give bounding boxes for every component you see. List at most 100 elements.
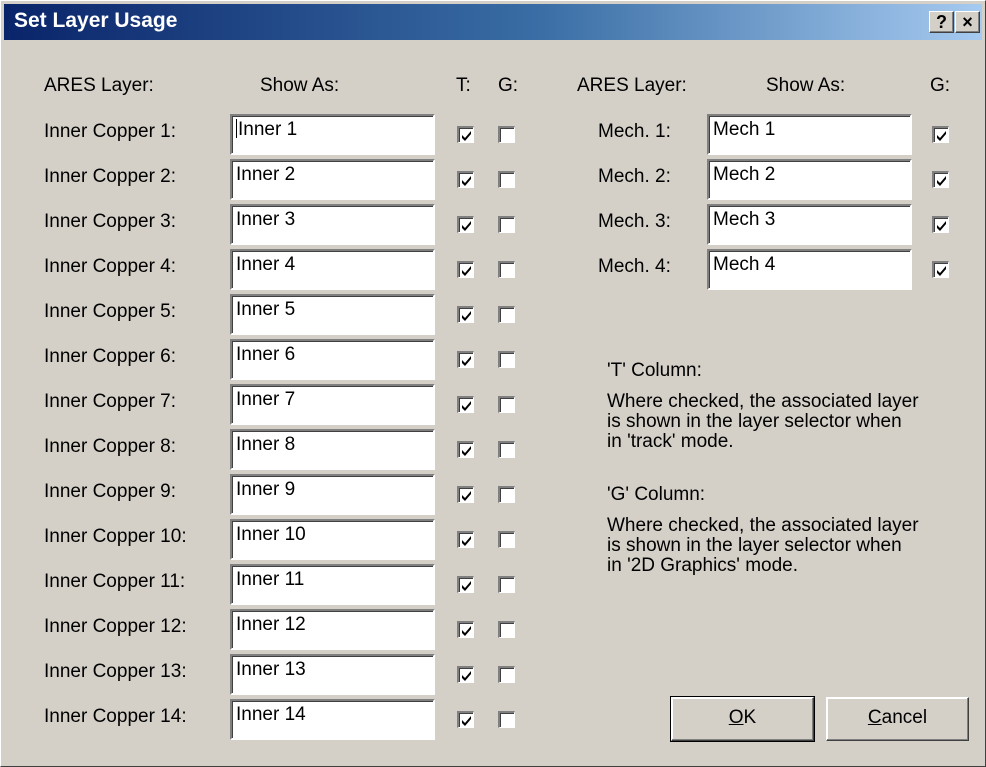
inner-copper-9-show-as-value: Inner 9	[236, 479, 296, 500]
t-column-description: Where checked, the associated layer is s…	[607, 392, 977, 452]
inner-copper-1-show-as-value: Inner 1	[238, 119, 298, 140]
inner-copper-7-show-as-input[interactable]: Inner 7	[230, 384, 435, 425]
header-show-as: Show As:	[260, 75, 340, 96]
inner-copper-11-g-checkbox[interactable]	[498, 576, 515, 593]
inner-copper-9-t-checkbox[interactable]	[457, 486, 474, 503]
inner-copper-4-t-checkbox[interactable]	[457, 261, 474, 278]
inner-copper-2-show-as-input[interactable]: Inner 2	[230, 159, 435, 200]
inner-copper-14-g-checkbox[interactable]	[498, 711, 515, 728]
mech-1-label: Mech. 1:	[598, 121, 671, 142]
g-column-description: Where checked, the associated layer is s…	[607, 516, 977, 576]
inner-copper-14-show-as-input[interactable]: Inner 14	[230, 699, 435, 740]
cancel-button[interactable]: Cancel	[826, 697, 969, 741]
inner-copper-9-show-as-input[interactable]: Inner 9	[230, 474, 435, 515]
inner-copper-6-show-as-input[interactable]: Inner 6	[230, 339, 435, 380]
inner-copper-12-show-as-input[interactable]: Inner 12	[230, 609, 435, 650]
inner-copper-10-g-checkbox[interactable]	[498, 531, 515, 548]
cancel-label-rest: ancel	[881, 707, 928, 728]
inner-copper-13-g-checkbox[interactable]	[498, 666, 515, 683]
mech-4-show-as-input[interactable]: Mech 4	[707, 249, 912, 290]
inner-copper-3-g-checkbox[interactable]	[498, 216, 515, 233]
header-g-mech: G:	[930, 75, 951, 96]
close-button[interactable]: ×	[955, 11, 980, 33]
inner-copper-3-show-as-input[interactable]: Inner 3	[230, 204, 435, 245]
inner-copper-3-show-as-value: Inner 3	[236, 209, 296, 230]
window-title: Set Layer Usage	[14, 9, 178, 32]
inner-copper-6-g-checkbox[interactable]	[498, 351, 515, 368]
inner-copper-4-show-as-value: Inner 4	[236, 254, 296, 275]
inner-copper-10-show-as-value: Inner 10	[236, 524, 306, 545]
inner-copper-12-show-as-value: Inner 12	[236, 614, 306, 635]
mech-2-g-checkbox[interactable]	[932, 171, 949, 188]
inner-copper-5-show-as-input[interactable]: Inner 5	[230, 294, 435, 335]
inner-copper-7-g-checkbox[interactable]	[498, 396, 515, 413]
inner-copper-11-show-as-value: Inner 11	[236, 569, 305, 590]
t-desc-line: is shown in the layer selector when	[607, 411, 902, 432]
mech-3-g-checkbox[interactable]	[932, 216, 949, 233]
inner-copper-13-t-checkbox[interactable]	[457, 666, 474, 683]
mech-1-show-as-input[interactable]: Mech 1	[707, 114, 912, 155]
header-show-as-mech: Show As:	[766, 75, 846, 96]
inner-copper-5-t-checkbox[interactable]	[457, 306, 474, 323]
inner-copper-2-t-checkbox[interactable]	[457, 171, 474, 188]
inner-copper-1-label: Inner Copper 1:	[44, 121, 177, 142]
inner-copper-7-label: Inner Copper 7:	[44, 391, 177, 412]
mech-4-g-checkbox[interactable]	[932, 261, 949, 278]
g-desc-line: Where checked, the associated layer	[607, 515, 919, 536]
inner-copper-5-label: Inner Copper 5:	[44, 301, 177, 322]
inner-copper-5-g-checkbox[interactable]	[498, 306, 515, 323]
inner-copper-6-label: Inner Copper 6:	[44, 346, 177, 367]
inner-copper-8-g-checkbox[interactable]	[498, 441, 515, 458]
inner-copper-11-t-checkbox[interactable]	[457, 576, 474, 593]
inner-copper-1-g-checkbox[interactable]	[498, 126, 515, 143]
inner-copper-2-show-as-value: Inner 2	[236, 164, 296, 185]
inner-copper-11-show-as-input[interactable]: Inner 11	[230, 564, 435, 605]
inner-copper-2-g-checkbox[interactable]	[498, 171, 515, 188]
mech-4-show-as-value: Mech 4	[713, 254, 776, 275]
inner-copper-14-t-checkbox[interactable]	[457, 711, 474, 728]
inner-copper-9-g-checkbox[interactable]	[498, 486, 515, 503]
mech-3-show-as-input[interactable]: Mech 3	[707, 204, 912, 245]
inner-copper-10-show-as-input[interactable]: Inner 10	[230, 519, 435, 560]
g-desc-line: in '2D Graphics' mode.	[607, 555, 799, 576]
inner-copper-11-label: Inner Copper 11:	[44, 571, 186, 592]
mech-2-show-as-value: Mech 2	[713, 164, 776, 185]
inner-copper-1-t-checkbox[interactable]	[457, 126, 474, 143]
ok-label-rest: K	[743, 707, 757, 728]
header-g: G:	[498, 75, 519, 96]
inner-copper-4-g-checkbox[interactable]	[498, 261, 515, 278]
inner-copper-6-t-checkbox[interactable]	[457, 351, 474, 368]
ok-button[interactable]: OK	[670, 696, 815, 742]
inner-copper-4-show-as-input[interactable]: Inner 4	[230, 249, 435, 290]
inner-copper-8-show-as-input[interactable]: Inner 8	[230, 429, 435, 470]
inner-copper-8-t-checkbox[interactable]	[457, 441, 474, 458]
inner-copper-10-t-checkbox[interactable]	[457, 531, 474, 548]
inner-copper-6-show-as-value: Inner 6	[236, 344, 296, 365]
header-ares-layer: ARES Layer:	[44, 75, 154, 96]
cancel-mnemonic: C	[867, 707, 882, 728]
inner-copper-12-label: Inner Copper 12:	[44, 616, 187, 637]
inner-copper-3-t-checkbox[interactable]	[457, 216, 474, 233]
g-desc-line: is shown in the layer selector when	[607, 535, 902, 556]
inner-copper-7-t-checkbox[interactable]	[457, 396, 474, 413]
inner-copper-7-show-as-value: Inner 7	[236, 389, 296, 410]
help-button[interactable]: ?	[929, 11, 954, 33]
inner-copper-14-show-as-value: Inner 14	[236, 704, 306, 725]
inner-copper-13-label: Inner Copper 13:	[44, 661, 187, 682]
mech-2-label: Mech. 2:	[598, 166, 671, 187]
inner-copper-4-label: Inner Copper 4:	[44, 256, 177, 277]
inner-copper-8-label: Inner Copper 8:	[44, 436, 177, 457]
text-caret	[236, 119, 237, 138]
mech-1-g-checkbox[interactable]	[932, 126, 949, 143]
title-bar[interactable]: Set Layer Usage ? ×	[4, 4, 982, 40]
inner-copper-12-t-checkbox[interactable]	[457, 621, 474, 638]
mech-2-show-as-input[interactable]: Mech 2	[707, 159, 912, 200]
t-desc-line: in 'track' mode.	[607, 431, 734, 452]
inner-copper-13-show-as-input[interactable]: Inner 13	[230, 654, 435, 695]
inner-copper-9-label: Inner Copper 9:	[44, 481, 177, 502]
set-layer-usage-dialog: Set Layer Usage ? × ARES Layer: Show As:…	[0, 0, 986, 767]
inner-copper-12-g-checkbox[interactable]	[498, 621, 515, 638]
inner-copper-1-show-as-input[interactable]: Inner 1	[230, 114, 435, 155]
g-column-heading: 'G' Column:	[607, 484, 706, 505]
inner-copper-10-label: Inner Copper 10:	[44, 526, 187, 547]
